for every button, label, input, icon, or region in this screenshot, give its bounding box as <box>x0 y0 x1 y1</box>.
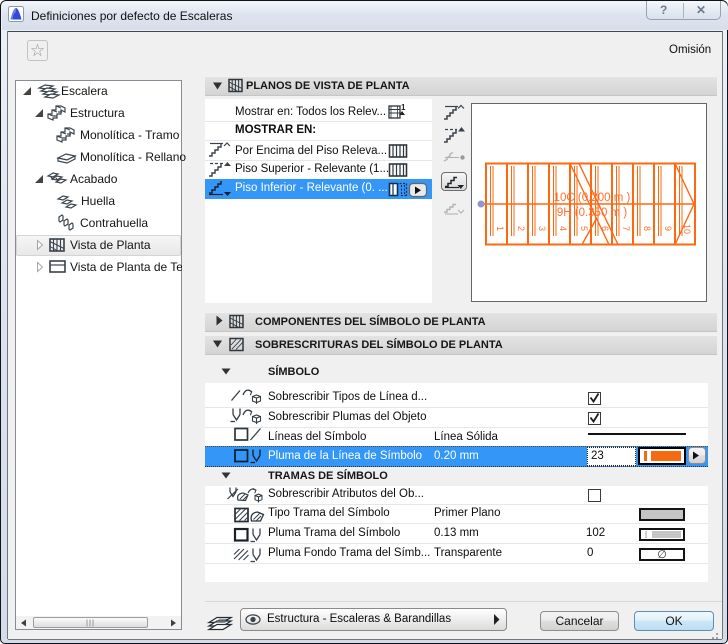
svg-text:4: 4 <box>558 226 568 231</box>
svg-text:6: 6 <box>600 226 610 231</box>
svg-text:10C (0.200 m ): 10C (0.200 m ) <box>554 192 631 204</box>
svg-text:9H (0.350 m ): 9H (0.350 m ) <box>557 207 627 219</box>
svg-text:3: 3 <box>537 226 547 231</box>
svg-text:10: 10 <box>682 224 692 234</box>
svg-text:5: 5 <box>579 226 589 231</box>
svg-text:2: 2 <box>516 226 526 231</box>
svg-text:1: 1 <box>401 103 406 112</box>
svg-text:7: 7 <box>621 226 631 231</box>
svg-text:9: 9 <box>663 226 673 231</box>
svg-text:1: 1 <box>495 226 505 231</box>
svg-text:8: 8 <box>642 226 652 231</box>
